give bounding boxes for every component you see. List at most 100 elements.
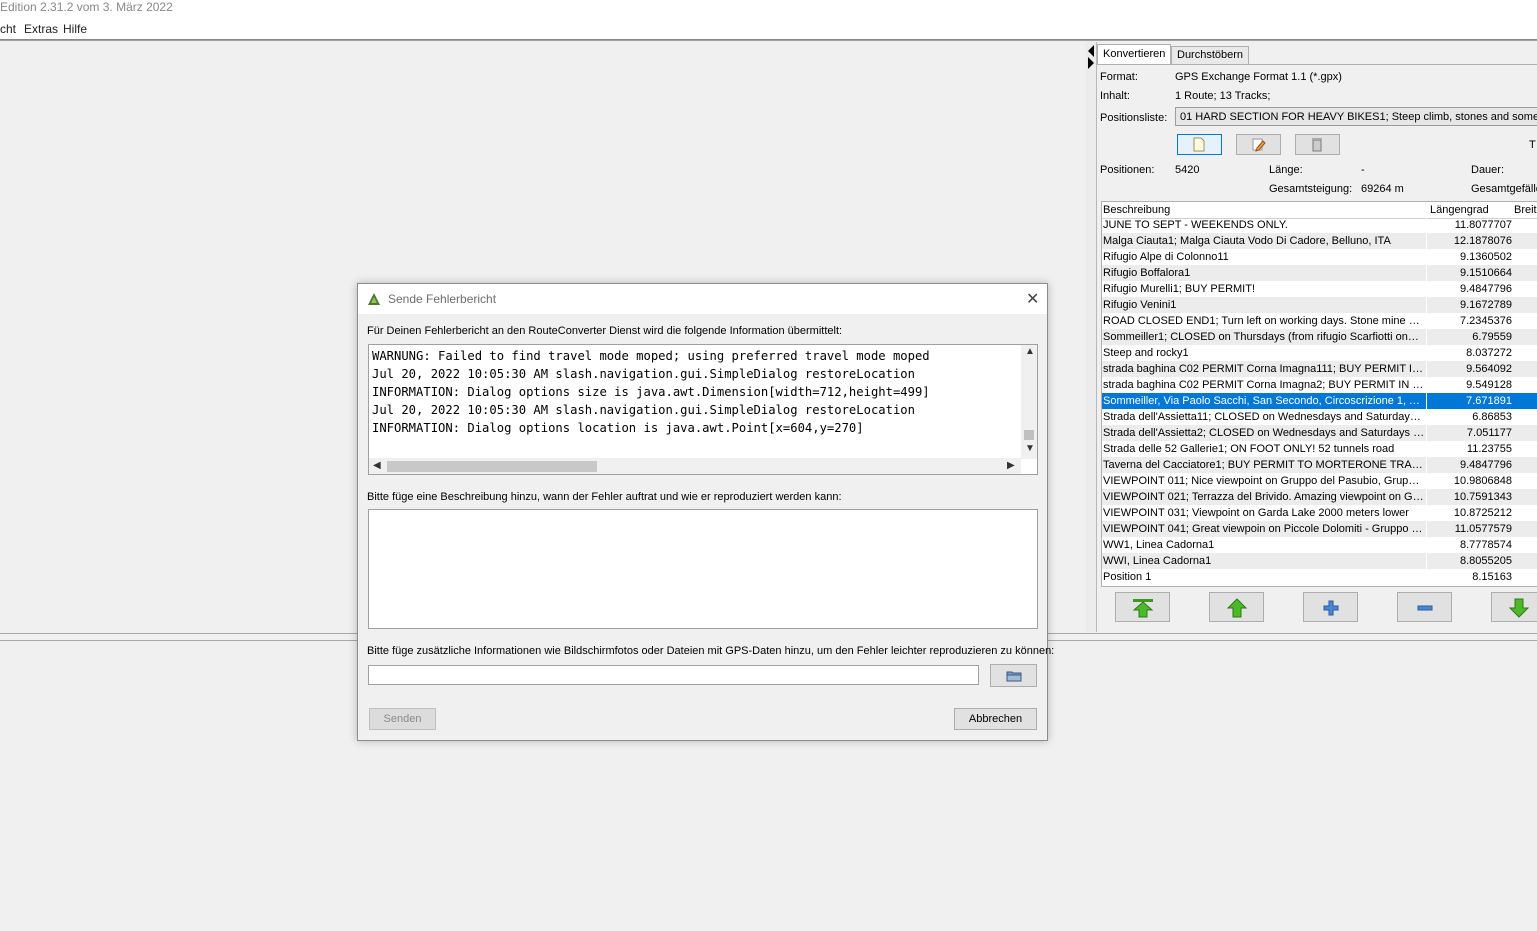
attachments-label: Bitte füge zusätzliche Informationen wie… xyxy=(367,645,1055,657)
log-horizontal-thumb[interactable] xyxy=(387,461,597,472)
rename-list-button[interactable] xyxy=(1236,134,1281,155)
table-row[interactable]: WWI, Linea Cadorna1 8.8055205 xyxy=(1102,553,1537,569)
attachment-path-field[interactable] xyxy=(368,665,979,685)
row-longitude: 9.1672789 xyxy=(1460,299,1512,311)
table-row[interactable]: Sommeiller, Via Paolo Sacchi, San Second… xyxy=(1102,393,1537,409)
vertical-split-handle[interactable] xyxy=(1086,42,1097,632)
cell-divider xyxy=(1426,505,1427,521)
table-row[interactable]: Rifugio Alpe di Colonno11 9.1360502 xyxy=(1102,249,1537,265)
browse-files-button[interactable] xyxy=(990,664,1037,687)
table-row[interactable]: Sommeiller1; CLOSED on Thursdays (from r… xyxy=(1102,329,1537,345)
table-row[interactable]: VIEWPOINT 011; Nice viewpoint on Gruppo … xyxy=(1102,473,1537,489)
table-row[interactable]: VIEWPOINT 041; Great viewpoin on Piccole… xyxy=(1102,521,1537,537)
table-row[interactable]: WW1, Linea Cadorna1 8.7778574 xyxy=(1102,537,1537,553)
row-description: strada baghina C02 PERMIT Corna Imagna11… xyxy=(1103,363,1425,375)
cancel-button[interactable]: Abbrechen xyxy=(954,708,1037,730)
trash-icon xyxy=(1312,138,1322,152)
routeconverter-logo-icon xyxy=(368,293,380,305)
format-value: GPS Exchange Format 1.1 (*.gpx) xyxy=(1175,71,1342,83)
table-row[interactable]: strada baghina C02 PERMIT Corna Imagna2;… xyxy=(1102,377,1537,393)
table-row[interactable]: Strada delle 52 Gallerie1; ON FOOT ONLY!… xyxy=(1102,441,1537,457)
table-row[interactable]: Position 1 8.15163 xyxy=(1102,569,1537,585)
table-row[interactable]: Rifugio Murelli1; BUY PERMIT! 9.4847796 xyxy=(1102,281,1537,297)
delete-list-button[interactable] xyxy=(1295,134,1340,155)
tab-durchstoebern[interactable]: Durchstöbern xyxy=(1171,46,1250,64)
cell-divider xyxy=(1426,457,1427,473)
cell-divider xyxy=(1426,249,1427,265)
row-longitude: 11.0577579 xyxy=(1454,523,1512,535)
row-longitude: 9.1510664 xyxy=(1460,267,1512,279)
row-longitude: 7.671891 xyxy=(1466,395,1512,407)
table-row[interactable]: JUNE TO SEPT - WEEKENDS ONLY. 11.8077707 xyxy=(1102,217,1537,233)
description-textarea[interactable] xyxy=(368,509,1038,629)
cell-divider xyxy=(1426,265,1427,281)
row-description: Strada dell'Assietta2; CLOSED on Wednesd… xyxy=(1103,427,1425,439)
scroll-left-icon[interactable]: ◀ xyxy=(373,460,381,471)
tab-konvertieren[interactable]: Konvertieren xyxy=(1097,44,1172,65)
description-label: Bitte füge eine Beschreibung hinzu, wann… xyxy=(367,491,842,503)
row-description: Malga Ciauta1; Malga Ciauta Vodo Di Cado… xyxy=(1103,235,1391,247)
cell-divider xyxy=(1426,425,1427,441)
row-longitude: 8.7778574 xyxy=(1460,539,1512,551)
table-row[interactable]: ROAD CLOSED END1; Turn left on working d… xyxy=(1102,313,1537,329)
column-laengengrad[interactable]: Längengrad xyxy=(1430,204,1489,216)
length-value: - xyxy=(1361,164,1365,176)
cell-divider xyxy=(1426,361,1427,377)
add-position-button[interactable] xyxy=(1303,592,1358,622)
move-down-button[interactable] xyxy=(1491,592,1537,622)
scroll-right-icon[interactable]: ▶ xyxy=(1007,460,1015,471)
move-top-button[interactable] xyxy=(1115,592,1170,622)
menubar-divider xyxy=(0,40,1537,41)
row-longitude: 8.15163 xyxy=(1472,571,1512,583)
move-up-button[interactable] xyxy=(1209,592,1264,622)
new-list-button[interactable] xyxy=(1177,134,1222,155)
column-beschreibung[interactable]: Beschreibung xyxy=(1103,204,1170,216)
poslist-label: Positionsliste: xyxy=(1100,112,1168,124)
new-document-icon xyxy=(1193,137,1205,152)
log-horizontal-scrollbar[interactable]: ◀ ▶ xyxy=(369,458,1021,474)
log-vertical-thumb[interactable] xyxy=(1024,430,1034,440)
log-vertical-scrollbar[interactable]: ▲ ▼ xyxy=(1021,345,1037,459)
log-line: INFORMATION: Dialog options size is java… xyxy=(372,385,930,399)
table-row[interactable]: Strada dell'Assietta2; CLOSED on Wednesd… xyxy=(1102,425,1537,441)
poslist-combobox[interactable]: 01 HARD SECTION FOR HEAVY BIKES1; Steep … xyxy=(1175,107,1537,126)
row-longitude: 6.79559 xyxy=(1472,331,1512,343)
menu-extras[interactable]: Extras xyxy=(24,22,58,36)
table-row[interactable]: VIEWPOINT 021; Terrazza del Brivido. Ama… xyxy=(1102,489,1537,505)
row-description: Taverna del Cacciatore1; BUY PERMIT TO M… xyxy=(1103,459,1425,471)
cell-divider xyxy=(1426,217,1427,233)
menu-hilfe[interactable]: Hilfe xyxy=(63,22,87,36)
row-description: Rifugio Venini1 xyxy=(1103,299,1177,311)
positions-table: Beschreibung Längengrad Breite JUNE TO S… xyxy=(1101,201,1537,587)
send-button[interactable]: Senden xyxy=(369,708,436,730)
cell-divider xyxy=(1426,281,1427,297)
scroll-down-icon[interactable]: ▼ xyxy=(1025,443,1035,454)
collapse-left-icon[interactable] xyxy=(1088,45,1094,57)
table-row[interactable]: Rifugio Boffalora1 9.1510664 xyxy=(1102,265,1537,281)
collapse-right-icon[interactable] xyxy=(1088,57,1094,69)
row-description: VIEWPOINT 021; Terrazza del Brivido. Ama… xyxy=(1103,491,1425,503)
row-description: WWI, Linea Cadorna1 xyxy=(1103,555,1212,567)
log-textarea[interactable]: WARNUNG: Failed to find travel mode mope… xyxy=(368,344,1038,475)
log-line: Jul 20, 2022 10:05:30 AM slash.navigatio… xyxy=(372,367,915,381)
scroll-up-icon[interactable]: ▲ xyxy=(1025,346,1035,357)
move-top-icon xyxy=(1132,599,1154,618)
table-row[interactable]: Malga Ciauta1; Malga Ciauta Vodo Di Cado… xyxy=(1102,233,1537,249)
column-breite[interactable]: Breite xyxy=(1514,204,1537,216)
row-longitude: 12.1878076 xyxy=(1453,235,1512,247)
remove-position-button[interactable] xyxy=(1397,592,1452,622)
menu-ansicht[interactable]: cht xyxy=(0,22,16,36)
tab-divider xyxy=(1097,64,1537,65)
duration-label: Dauer: xyxy=(1471,164,1505,176)
table-row[interactable]: Rifugio Venini1 9.1672789 xyxy=(1102,297,1537,313)
cell-divider xyxy=(1426,473,1427,489)
table-row[interactable]: strada baghina C02 PERMIT Corna Imagna11… xyxy=(1102,361,1537,377)
table-row[interactable]: Strada dell'Assietta11; CLOSED on Wednes… xyxy=(1102,409,1537,425)
dialog-title: Sende Fehlerbericht xyxy=(388,292,497,306)
row-longitude: 11.8077707 xyxy=(1454,219,1512,231)
close-icon[interactable]: ✕ xyxy=(1026,289,1039,309)
table-row[interactable]: VIEWPOINT 031; Viewpoint on Garda Lake 2… xyxy=(1102,505,1537,521)
cell-divider xyxy=(1426,393,1427,409)
table-row[interactable]: Taverna del Cacciatore1; BUY PERMIT TO M… xyxy=(1102,457,1537,473)
table-row[interactable]: Steep and rocky1 8.037272 xyxy=(1102,345,1537,361)
